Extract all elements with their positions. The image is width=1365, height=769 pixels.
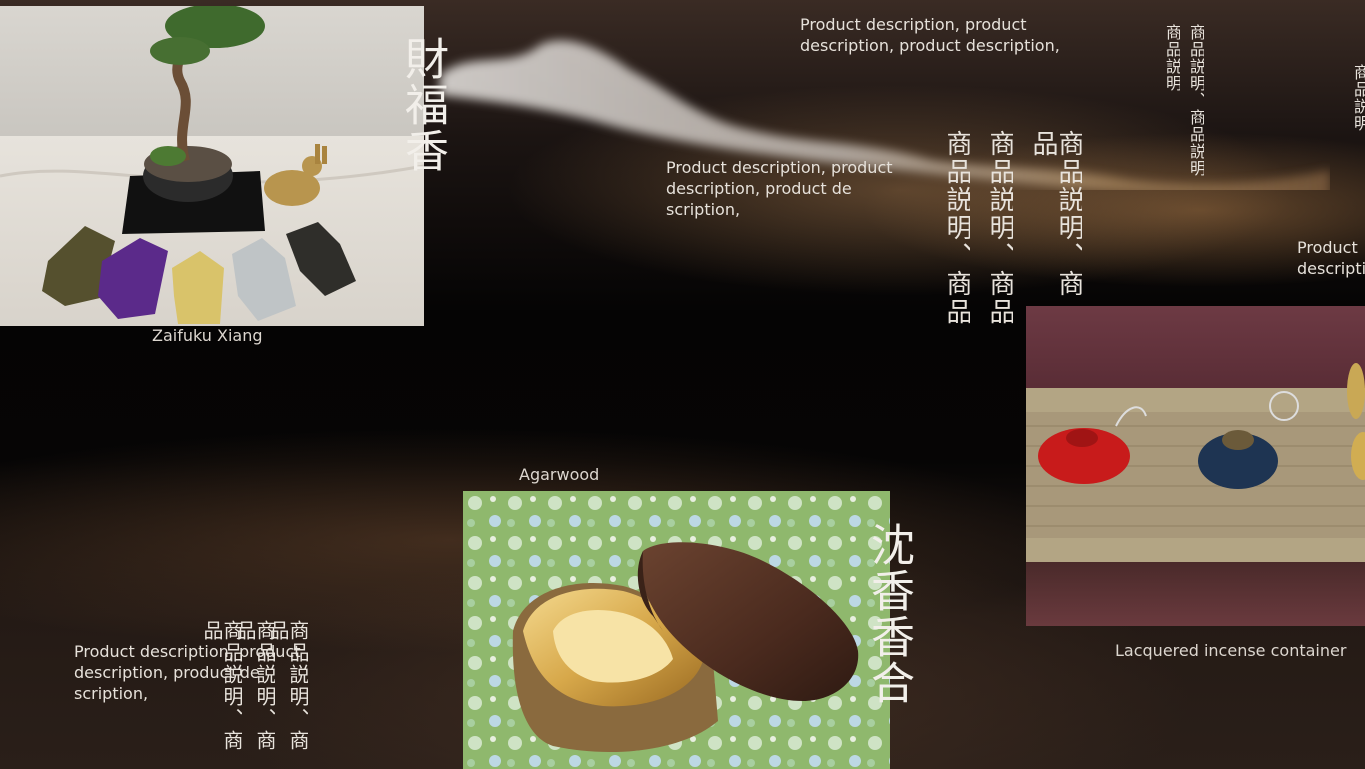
zaifuku-title: 財福香: [397, 36, 448, 174]
zaifuku-caption: Zaifuku Xiang: [152, 326, 263, 345]
description-top: Product description, product description…: [800, 15, 1060, 55]
description-right-edge: Product description,: [1297, 238, 1365, 278]
vertical-description-col-2: 商品説明、商品: [987, 130, 1013, 326]
page-canvas: 財福香 Zaifuku Xiang Product description, p…: [0, 0, 1365, 769]
zaifuku-product-photo[interactable]: [0, 6, 424, 326]
vertical-description-small-1: 商品説明、商品説明: [1188, 24, 1204, 177]
vertical-description-col-3: 商品説明、商品: [944, 130, 970, 326]
agarwood-product-photo[interactable]: [463, 491, 890, 769]
vertical-description-bottom-3: 商品説明、商品: [202, 620, 242, 752]
vertical-description-edge: 商品説明: [1352, 64, 1365, 132]
lacquer-container-photo-icon: [1026, 306, 1365, 626]
agarwood-title: 沈香香合: [863, 522, 914, 706]
vertical-description-col-1: 商品説明、商品: [1030, 130, 1082, 298]
lacquer-caption: Lacquered incense container: [1115, 641, 1347, 660]
bonsai-sachet-photo-icon: [0, 6, 424, 326]
incense-box-photo-icon: [463, 491, 890, 769]
agarwood-caption: Agarwood: [519, 465, 600, 484]
vertical-description-small-2: 商品説明: [1164, 24, 1180, 92]
lacquer-product-photo[interactable]: [1026, 306, 1365, 626]
description-middle: Product description, product description…: [666, 158, 893, 219]
